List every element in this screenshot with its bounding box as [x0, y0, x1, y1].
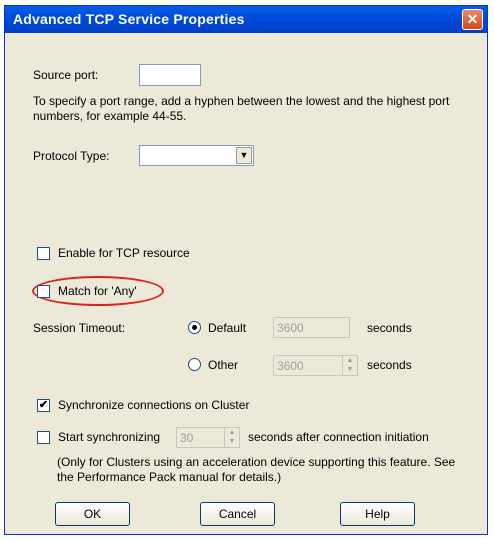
- default-radio-label: Default: [208, 321, 247, 335]
- other-radio[interactable]: [188, 358, 201, 371]
- window-title: Advanced TCP Service Properties: [13, 11, 245, 27]
- other-timeout-spinner: 3600 ▲ ▼: [273, 355, 358, 376]
- default-radio[interactable]: [188, 321, 201, 334]
- ok-button[interactable]: OK: [55, 502, 130, 526]
- spinner-arrows-icon: ▲ ▼: [342, 356, 357, 375]
- source-port-input[interactable]: [139, 64, 201, 86]
- start-sync-label: Start synchronizing: [58, 430, 161, 444]
- start-sync-suffix: seconds after connection initiation: [248, 430, 429, 444]
- other-radio-label: Other: [208, 358, 239, 372]
- cancel-button[interactable]: Cancel: [200, 502, 275, 526]
- advanced-tcp-dialog: Advanced TCP Service Properties ✕ Source…: [4, 5, 488, 535]
- default-timeout-field: 3600: [273, 317, 350, 338]
- enable-tcp-resource-label: Enable for TCP resource: [58, 246, 190, 260]
- start-sync-checkbox[interactable]: [37, 431, 50, 444]
- default-seconds-label: seconds: [367, 321, 412, 335]
- spinner-arrows-icon: ▲ ▼: [224, 428, 239, 447]
- source-port-label: Source port:: [33, 68, 99, 82]
- match-for-any-checkbox[interactable]: [37, 285, 50, 298]
- close-button[interactable]: ✕: [462, 9, 483, 30]
- close-icon: ✕: [466, 11, 479, 27]
- sync-cluster-checkbox[interactable]: ✔: [37, 399, 50, 412]
- sync-cluster-label: Synchronize connections on Cluster: [58, 398, 250, 412]
- enable-tcp-resource-checkbox[interactable]: [37, 247, 50, 260]
- port-range-help-text: To specify a port range, add a hyphen be…: [33, 94, 450, 123]
- match-for-any-label: Match for 'Any': [58, 284, 137, 298]
- protocol-type-label: Protocol Type:: [33, 149, 110, 163]
- session-timeout-label: Session Timeout:: [33, 321, 126, 335]
- protocol-type-dropdown[interactable]: ▼: [139, 145, 254, 166]
- start-sync-spinner: 30 ▲ ▼: [176, 427, 240, 448]
- chevron-down-icon[interactable]: ▼: [236, 147, 252, 164]
- title-bar[interactable]: Advanced TCP Service Properties ✕: [5, 6, 487, 33]
- checkmark-icon: ✔: [38, 399, 49, 411]
- other-seconds-label: seconds: [367, 358, 412, 372]
- acceleration-note: (Only for Clusters using an acceleration…: [57, 455, 456, 484]
- help-button[interactable]: Help: [340, 502, 415, 526]
